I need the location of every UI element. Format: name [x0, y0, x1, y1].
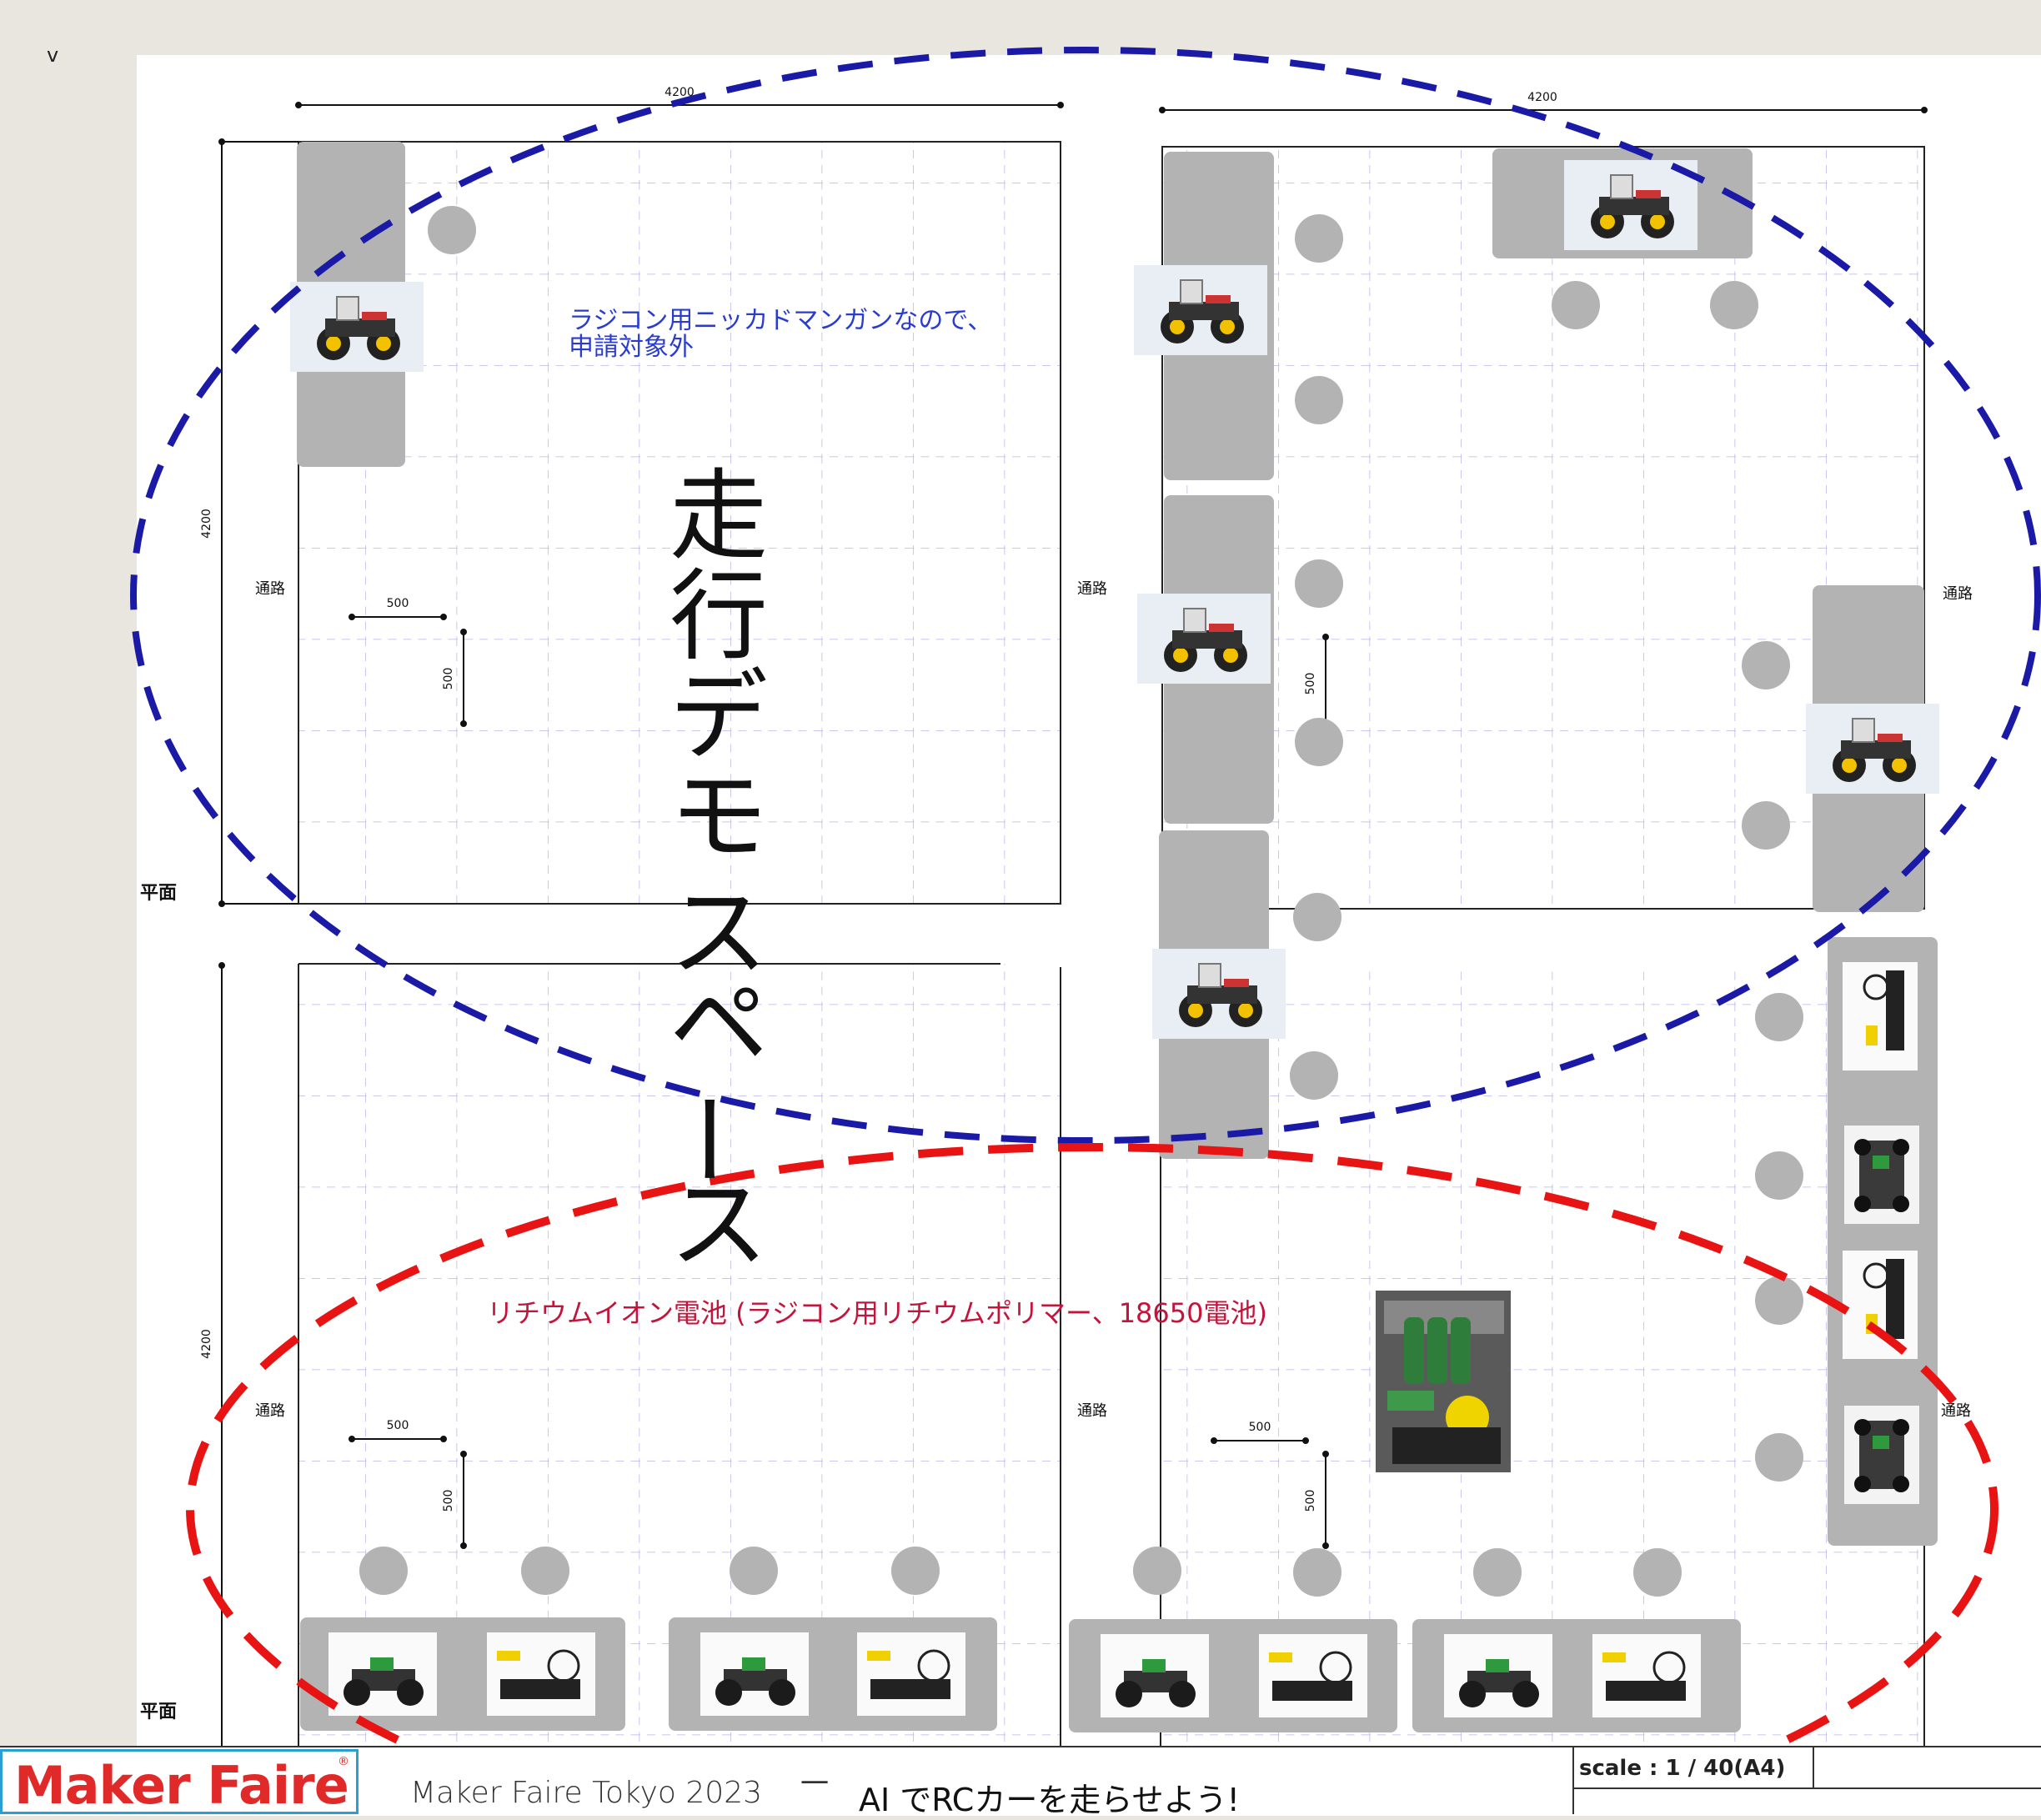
- demo-space-char-1: 走: [669, 459, 768, 574]
- scale-label: scale : 1 / 40(A4): [1579, 1756, 1786, 1781]
- demo-space-char-6: ペ: [669, 967, 768, 1082]
- car-side-photo-1: [328, 1632, 437, 1716]
- dimension-4200-left-bottom: 4200: [200, 1329, 213, 1359]
- demo-space-char-2: 行: [669, 559, 768, 674]
- aisle-label-6: 通路: [1941, 1402, 1971, 1420]
- rc-car-photo-4: [1136, 593, 1271, 684]
- floor-plan-stage: 4200 4200 4200 4200 500 500 500 500 500 …: [0, 0, 2041, 1820]
- dimension-500-v-3: 500: [442, 1490, 455, 1512]
- aisle-label-4: 通路: [255, 1402, 285, 1420]
- dimension-4200-top-right: 4200: [1527, 91, 1557, 104]
- car-side-photo-3: [1101, 1634, 1209, 1717]
- aisle-label-2: 通路: [1077, 580, 1107, 598]
- plan-label: 平面: [140, 883, 177, 904]
- title-block: scale : 1 / 40(A4): [1572, 1747, 2041, 1814]
- lipo-photo-side-1: [1841, 960, 1919, 1072]
- dimension-4200-left-top: 4200: [200, 509, 213, 539]
- title-block-divider: [1813, 1747, 1814, 1787]
- dimension-500-v-2: 500: [1304, 673, 1317, 695]
- car-side-photo-2: [700, 1632, 809, 1716]
- lipo-photo-3: [1257, 1632, 1369, 1719]
- rc-car-photo-3: [1563, 159, 1698, 251]
- rc-car-photo-1: [289, 281, 424, 373]
- project-title: AI でRCカーを走らせよう!: [859, 1782, 1240, 1818]
- dimension-500-h-3: 500: [387, 1419, 409, 1432]
- battery-pack-photo: [1376, 1291, 1511, 1472]
- nimh-note-line1: ラジコン用ニッカドマンガンなので、: [569, 306, 992, 335]
- aisle-label-3: 通路: [1943, 585, 1973, 603]
- corner-mark: v: [47, 43, 59, 67]
- dimension-500-v-1: 500: [442, 668, 455, 690]
- registered-mark: ®: [338, 1755, 349, 1768]
- event-name: Maker Faire Tokyo 2023: [410, 1776, 762, 1810]
- dimension-500-h-1: 500: [387, 597, 409, 610]
- car-side-photo-4: [1444, 1634, 1552, 1717]
- aisle-label-1: 通路: [255, 580, 285, 598]
- dimension-500-h-4: 500: [1249, 1421, 1271, 1434]
- aisle-label-5: 通路: [1077, 1402, 1107, 1420]
- title-separator: 一: [800, 1767, 829, 1801]
- nimh-note-line2: 申請対象外: [569, 333, 694, 362]
- title-block-row: scale : 1 / 40(A4): [1574, 1747, 2041, 1789]
- maker-faire-logo-text: Maker Faire: [14, 1755, 349, 1816]
- lipo-photo-4: [1591, 1632, 1703, 1719]
- plan-label-2: 平面: [140, 1702, 177, 1722]
- car-top-photo-side-2: [1844, 1406, 1919, 1504]
- lipo-photo-2: [855, 1631, 967, 1717]
- rc-car-photo-6: [1151, 948, 1286, 1040]
- car-top-photo-side-1: [1844, 1126, 1919, 1224]
- lipo-photo-1: [485, 1631, 597, 1717]
- demo-space-char-4: モ: [669, 759, 768, 874]
- booth-grid-top-right: [1161, 146, 1925, 910]
- demo-space-char-8: ス: [669, 1167, 768, 1282]
- demo-space-char-3: デ: [669, 659, 768, 774]
- rc-car-photo-2: [1133, 264, 1268, 356]
- lithium-note: リチウムイオン電池 (ラジコン用リチウムポリマー、18650電池): [487, 1297, 1267, 1329]
- lipo-photo-side-2: [1841, 1249, 1919, 1361]
- rc-car-photo-5: [1805, 703, 1940, 795]
- dimension-500-v-4: 500: [1304, 1490, 1317, 1512]
- maker-faire-logo: Maker Faire ®: [0, 1749, 359, 1816]
- floor-plan-svg: 4200 4200 4200 4200 500 500 500 500 500 …: [130, 47, 2041, 1820]
